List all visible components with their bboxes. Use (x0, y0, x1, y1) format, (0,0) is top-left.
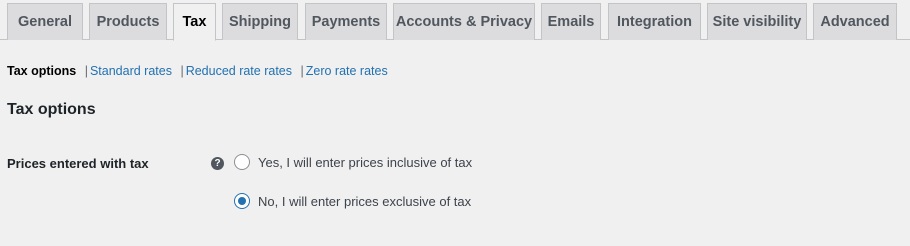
radio-label-inclusive: Yes, I will enter prices inclusive of ta… (258, 154, 473, 170)
subnav-link-zero-rate-rates[interactable]: Zero rate rates (306, 64, 388, 78)
prices-entered-with-tax-label: Prices entered with tax (7, 156, 149, 171)
tab-payments[interactable]: Payments (305, 3, 387, 40)
radio-button-inclusive[interactable] (234, 154, 250, 170)
subnav-separator: | (84, 64, 88, 78)
subnav-separator: | (300, 64, 304, 78)
tab-integration[interactable]: Integration (608, 3, 701, 40)
tab-site-visibility[interactable]: Site visibility (707, 3, 807, 40)
section-title: Tax options (7, 101, 96, 118)
tax-subnav: Tax options | Standard rates | Reduced rat… (7, 64, 388, 78)
subnav-link-reduced-rate-rates[interactable]: Reduced rate rates (186, 64, 292, 78)
subnav-link-standard-rates[interactable]: Standard rates (90, 64, 172, 78)
settings-tab-bar: General Products Tax Shipping Payments A… (0, 0, 910, 41)
radio-option-exclusive[interactable]: No, I will enter prices exclusive of tax (234, 193, 471, 209)
tab-tax[interactable]: Tax (173, 3, 216, 41)
tab-emails[interactable]: Emails (541, 3, 601, 40)
question-mark-icon[interactable]: ? (211, 157, 224, 170)
radio-button-exclusive[interactable] (234, 193, 250, 209)
tab-general[interactable]: General (7, 3, 83, 40)
tab-advanced[interactable]: Advanced (813, 3, 897, 40)
radio-label-exclusive: No, I will enter prices exclusive of tax (258, 193, 472, 209)
subnav-current-tax-options: Tax options (7, 64, 77, 78)
tab-shipping[interactable]: Shipping (222, 3, 298, 40)
tab-products[interactable]: Products (89, 3, 167, 40)
subnav-separator: | (180, 64, 184, 78)
tab-accounts-privacy[interactable]: Accounts & Privacy (393, 3, 535, 40)
radio-option-inclusive[interactable]: Yes, I will enter prices inclusive of ta… (234, 154, 472, 170)
